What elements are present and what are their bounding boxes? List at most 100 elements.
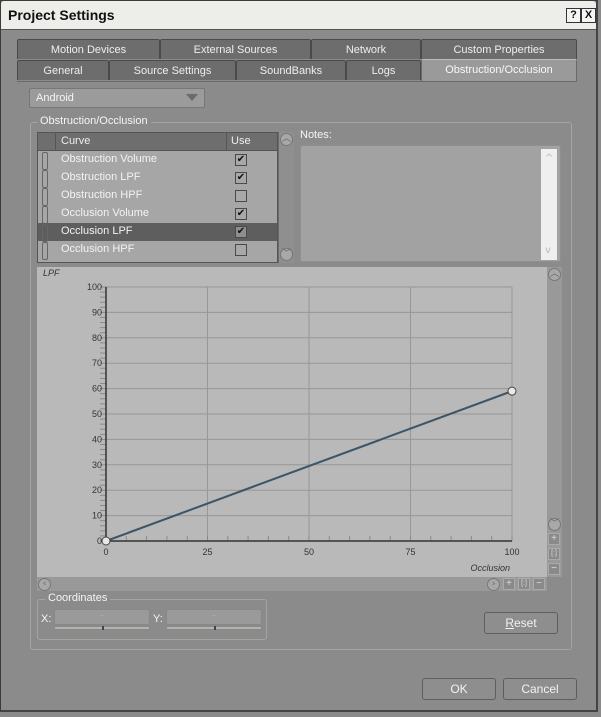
tab-network[interactable]: Network [311, 39, 421, 59]
tab-logs[interactable]: Logs [346, 60, 421, 80]
use-checkbox[interactable] [235, 190, 247, 202]
curve-table: Curve Use Obstruction Volume ✔ Obstruction… [37, 132, 278, 263]
project-settings-dialog: Project Settings ? X Motion Devices Exte… [0, 0, 598, 712]
zoom-out-horizontal-button[interactable]: − [533, 578, 545, 590]
drag-handle-icon[interactable] [42, 188, 48, 206]
coordinates-label: Coordinates [45, 592, 111, 604]
scroll-up-icon[interactable]: ^ [545, 153, 553, 164]
column-header-curve[interactable]: Curve [61, 135, 90, 147]
notes-textarea[interactable]: ^ v [300, 145, 561, 262]
use-checkbox[interactable]: ✔ [235, 172, 247, 184]
column-header-use[interactable]: Use [226, 133, 251, 150]
tab-source-settings[interactable]: Source Settings [109, 60, 236, 80]
scroll-up-icon[interactable]: ︿ [280, 133, 293, 146]
curve-name: Obstruction HPF [61, 189, 143, 201]
graph-horizontal-scrollbar[interactable]: ‹ › + [:] − [37, 577, 547, 591]
scroll-right-icon[interactable]: › [487, 578, 500, 591]
y-tick-label: 80 [92, 333, 102, 343]
curve-table-scrollbar[interactable]: ︿ ﹀ [278, 132, 294, 263]
y-coordinate-field[interactable]: - [166, 609, 262, 625]
curve-name: Occlusion LPF [61, 225, 133, 237]
x-tick-label: 25 [202, 547, 212, 557]
curve-point[interactable] [507, 386, 517, 396]
x-label: X: [41, 613, 52, 625]
zoom-fit-horizontal-button[interactable]: [:] [518, 578, 530, 590]
y-tick-label: 70 [92, 358, 102, 368]
zoom-in-vertical-button[interactable]: + [548, 533, 560, 545]
x-tick-label: 100 [504, 547, 519, 557]
title-bar: Project Settings ? X [1, 1, 596, 30]
tab-soundbanks[interactable]: SoundBanks [236, 60, 346, 80]
y-coordinate-slider[interactable] [166, 626, 262, 630]
notes-label: Notes: [300, 129, 332, 141]
curve-row[interactable]: Occlusion Volume ✔ [38, 205, 277, 224]
group-label: Obstruction/Occlusion [37, 115, 151, 127]
drag-handle-icon[interactable] [42, 152, 48, 170]
zoom-fit-vertical-button[interactable]: [:] [548, 548, 560, 560]
tab-external-sources[interactable]: External Sources [160, 39, 311, 59]
chevron-down-icon [186, 94, 198, 101]
drag-handle-icon[interactable] [42, 170, 48, 188]
drag-handle-icon[interactable] [42, 224, 48, 242]
tab-custom-properties[interactable]: Custom Properties [421, 39, 577, 59]
y-tick-label: 20 [92, 485, 102, 495]
tab-obstruction-occlusion[interactable]: Obstruction/Occlusion [421, 59, 577, 81]
platform-dropdown-value: Android [36, 92, 74, 104]
curve-point[interactable] [101, 536, 111, 546]
curve-graph[interactable]: 0 10 20 30 40 50 60 70 80 90 100 0 25 50 75 100 LPF Occlu… [37, 267, 547, 577]
scroll-down-icon[interactable]: ﹀ [280, 248, 293, 261]
y-label: Y: [153, 613, 163, 625]
curve-row[interactable]: Obstruction LPF ✔ [38, 169, 277, 188]
curve-name: Obstruction LPF [61, 171, 141, 183]
curve-name: Occlusion HPF [61, 243, 135, 255]
reset-button[interactable]: Reset [484, 612, 558, 634]
use-checkbox[interactable] [235, 244, 247, 256]
zoom-out-vertical-button[interactable]: − [548, 563, 560, 575]
y-axis-label: LPF [43, 268, 60, 278]
scroll-down-icon[interactable]: v [545, 245, 551, 256]
help-button[interactable]: ? [566, 8, 581, 23]
curve-row[interactable]: Obstruction Volume ✔ [38, 151, 277, 170]
slider-thumb[interactable] [214, 626, 216, 630]
curve-row[interactable]: Occlusion LPF ✔ [38, 223, 277, 242]
y-tick-label: 10 [92, 511, 102, 521]
x-tick-label: 0 [103, 547, 108, 557]
scroll-up-icon[interactable]: ︿ [548, 268, 561, 281]
use-checkbox[interactable]: ✔ [235, 208, 247, 220]
tab-general[interactable]: General [17, 60, 109, 80]
reset-mnemonic: R [505, 616, 514, 630]
y-tick-label: 90 [92, 307, 102, 317]
dialog-title: Project Settings [8, 7, 115, 23]
curve-table-header: Curve Use [38, 133, 277, 151]
curve-row[interactable]: Occlusion HPF [38, 241, 277, 260]
close-button[interactable]: X [581, 8, 596, 23]
use-checkbox[interactable]: ✔ [235, 154, 247, 166]
curve-row[interactable]: Obstruction HPF [38, 187, 277, 206]
y-tick-label: 50 [92, 409, 102, 419]
y-tick-label: 40 [92, 434, 102, 444]
y-tick-label: 30 [92, 460, 102, 470]
reset-label: eset [513, 616, 537, 630]
platform-dropdown[interactable]: Android [29, 88, 205, 108]
y-tick-label: 60 [92, 384, 102, 394]
drag-handle-icon[interactable] [42, 206, 48, 224]
curve-name: Obstruction Volume [61, 153, 157, 165]
y-tick-label: 100 [87, 282, 102, 292]
curve-name: Occlusion Volume [61, 207, 150, 219]
x-coordinate-slider[interactable] [54, 626, 150, 630]
cancel-button[interactable]: Cancel [503, 678, 577, 700]
curve-chart[interactable]: 0 10 20 30 40 50 60 70 80 90 100 0 25 50 75 100 LPF Occlu… [37, 267, 547, 577]
graph-vertical-scrollbar[interactable]: ︿ ﹀ + [:] − [547, 267, 562, 577]
ok-button[interactable]: OK [422, 678, 496, 700]
scroll-down-icon[interactable]: ﹀ [548, 518, 561, 531]
slider-thumb[interactable] [102, 626, 104, 630]
scroll-left-icon[interactable]: ‹ [38, 578, 51, 591]
x-axis-label: Occlusion [470, 563, 510, 573]
use-checkbox[interactable]: ✔ [235, 226, 247, 238]
notes-scrollbar[interactable]: ^ v [541, 149, 557, 260]
drag-handle-icon[interactable] [42, 242, 48, 260]
x-tick-label: 75 [405, 547, 415, 557]
tab-motion-devices[interactable]: Motion Devices [17, 39, 160, 59]
x-coordinate-field[interactable]: - [54, 609, 150, 625]
zoom-in-horizontal-button[interactable]: + [503, 578, 515, 590]
